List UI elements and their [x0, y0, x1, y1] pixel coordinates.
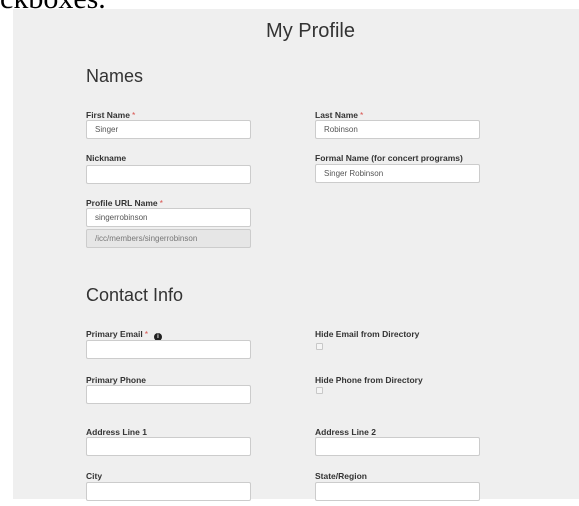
hide-email-checkbox[interactable]	[316, 343, 323, 350]
last-name-input[interactable]: Robinson	[315, 120, 480, 139]
names-heading: Names	[86, 66, 144, 86]
profile-url-input[interactable]: singerrobinson	[86, 208, 251, 227]
page-title: My Profile	[266, 20, 355, 42]
formal-name-label: Formal Name (for concert programs)	[315, 153, 463, 163]
state-region-label: State/Region	[315, 471, 367, 481]
first-name-input[interactable]: Singer	[86, 120, 251, 139]
profile-url-label: Profile URL Name *	[86, 198, 163, 208]
city-label: City	[86, 471, 103, 481]
hide-phone-label: Hide Phone from Directory	[315, 375, 423, 385]
profile-url-preview: /icc/members/singerrobinson	[86, 229, 251, 248]
primary-phone-label: Primary Phone	[86, 375, 146, 385]
state-region-input[interactable]	[315, 482, 480, 501]
last-name-label: Last Name *	[315, 110, 364, 120]
profile-form-panel: My Profile Names First Name * Singer Last…	[13, 9, 579, 501]
address-line-2-input[interactable]	[315, 437, 480, 456]
primary-phone-input[interactable]	[86, 385, 251, 404]
formal-name-input[interactable]: Singer Robinson	[315, 164, 480, 183]
hide-phone-checkbox[interactable]	[316, 387, 323, 394]
address-line-1-input[interactable]	[86, 437, 251, 456]
nickname-label: Nickname	[86, 153, 127, 163]
nickname-input[interactable]	[86, 165, 251, 184]
city-input[interactable]	[86, 482, 251, 501]
hide-email-label: Hide Email from Directory	[315, 329, 420, 339]
contact-info-heading: Contact Info	[86, 285, 184, 305]
first-name-label: First Name *	[86, 110, 136, 120]
address-line-2-label: Address Line 2	[315, 427, 376, 437]
primary-email-input[interactable]	[86, 340, 251, 359]
address-line-1-label: Address Line 1	[86, 427, 147, 437]
